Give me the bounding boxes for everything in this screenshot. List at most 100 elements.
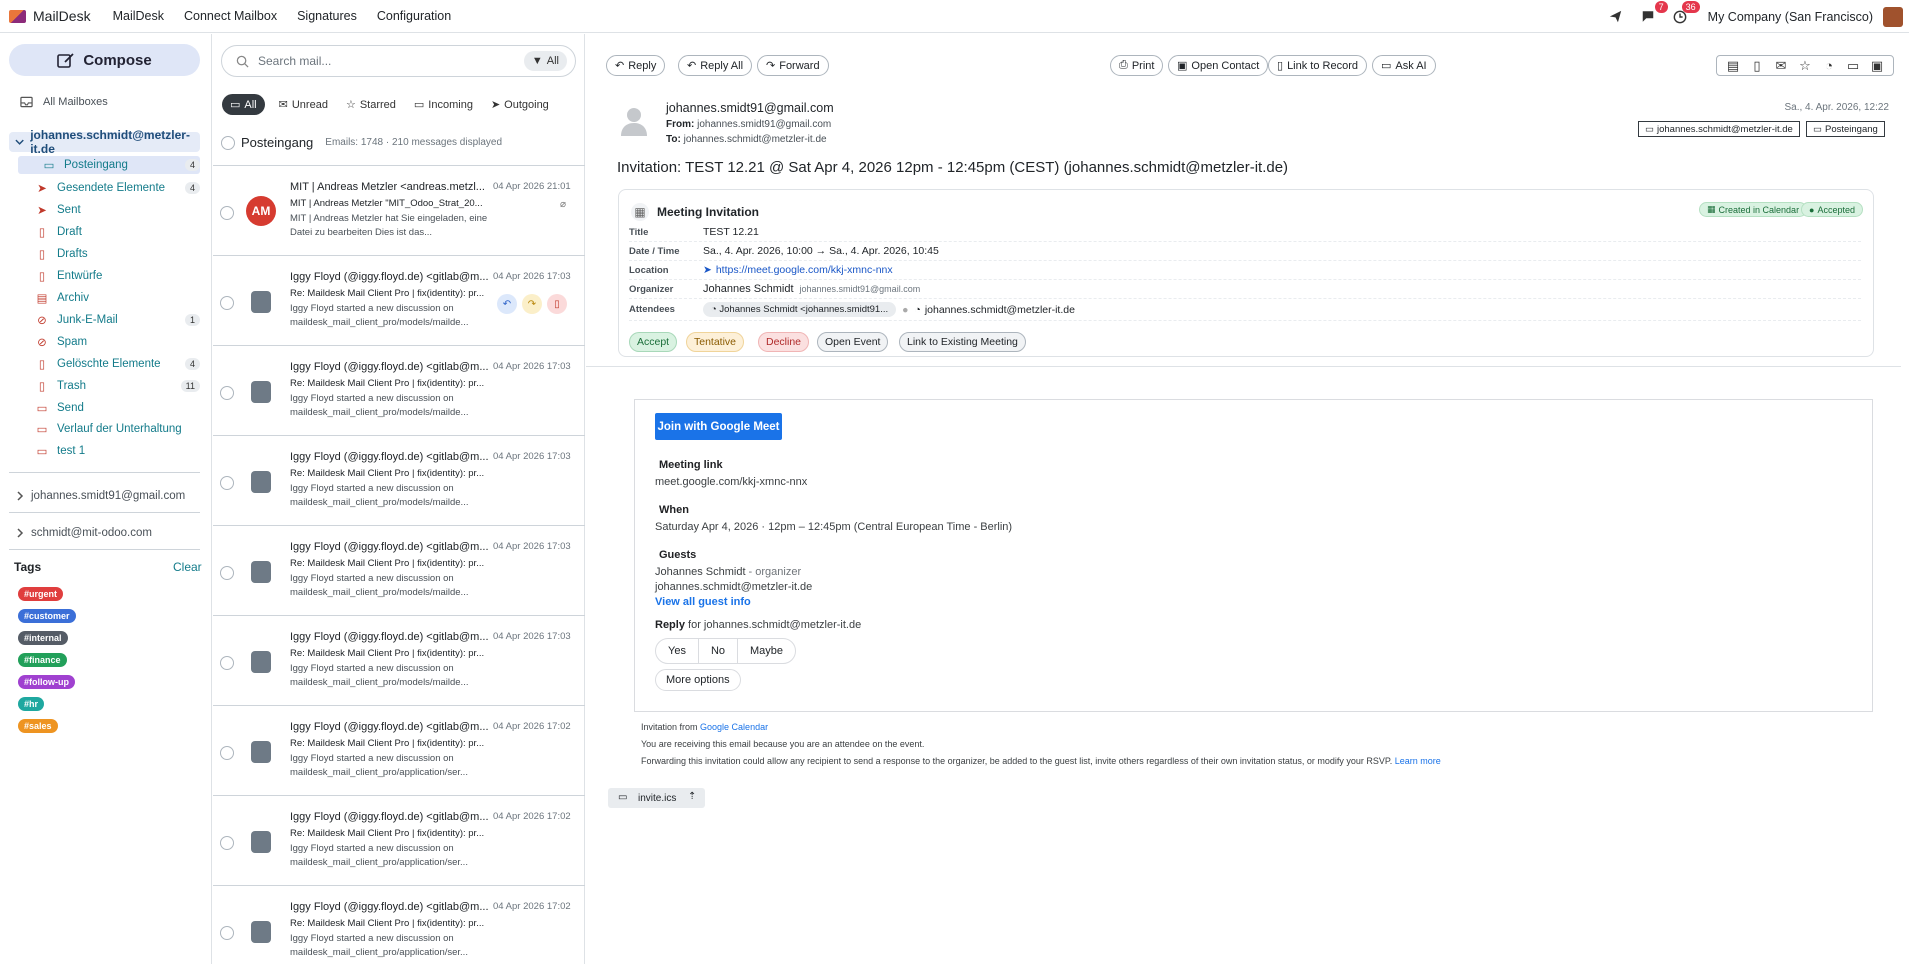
row-checkbox[interactable] — [220, 206, 234, 220]
join-google-meet-button[interactable]: Join with Google Meet — [655, 413, 782, 440]
attachment-chip[interactable]: ▭ invite.ics ⇡ — [608, 788, 705, 808]
folder-junk[interactable]: ⊘ Junk-E-Mail 1 — [36, 311, 200, 329]
account-collapsed-mit-odoo[interactable]: schmidt@mit-odoo.com — [16, 527, 152, 539]
rsvp-yes-button[interactable]: Yes — [656, 639, 699, 663]
reply-button[interactable]: ↶ Reply — [606, 55, 666, 76]
print-button[interactable]: ⎙ Print — [1110, 55, 1164, 76]
folder-send[interactable]: ▭ Send — [36, 399, 200, 417]
location-link[interactable]: https://meet.google.com/kkj-xmnc-nnx — [716, 264, 893, 276]
move-folder-icon[interactable]: ▭ — [1841, 58, 1865, 74]
tentative-button[interactable]: Tentative — [686, 332, 745, 352]
row-checkbox[interactable] — [220, 296, 234, 310]
trash-icon[interactable]: ▯ — [1745, 58, 1769, 74]
tag-sales[interactable]: #sales — [18, 719, 58, 733]
email-row[interactable]: Iggy Floyd (@iggy.floyd.de) <gitlab@m...… — [213, 705, 585, 795]
search-filter-dropdown[interactable]: ▼ All — [523, 51, 567, 71]
more-options-button[interactable]: More options — [655, 669, 741, 691]
row-checkbox[interactable] — [220, 746, 234, 760]
filter-starred[interactable]: ☆ Starred — [346, 98, 396, 112]
row-checkbox[interactable] — [220, 476, 234, 490]
open-event-button[interactable]: Open Event — [817, 332, 889, 352]
learn-more-link[interactable]: Learn more — [1395, 756, 1441, 766]
folder-spam[interactable]: ⊘ Spam — [36, 333, 200, 351]
folder-sent[interactable]: ➤ Sent — [36, 201, 200, 219]
activity-clock-icon[interactable]: 36 — [1672, 0, 1700, 25]
menu-signatures[interactable]: Signatures — [297, 9, 357, 23]
folder-test-1[interactable]: ▭ test 1 — [36, 442, 200, 460]
tag-hr[interactable]: #hr — [18, 697, 45, 711]
meeting-link-value[interactable]: meet.google.com/kkj-xmnc-nnx — [655, 476, 807, 488]
tag-follow-up[interactable]: #follow-up — [18, 675, 75, 689]
to-address[interactable]: johannes.schmidt@metzler-it.de — [684, 134, 827, 145]
email-row[interactable]: Iggy Floyd (@iggy.floyd.de) <gitlab@m...… — [213, 255, 585, 345]
folder-geloeschte-elemente[interactable]: ▯ Gelöschte Elemente 4 — [36, 355, 200, 373]
email-row[interactable]: Iggy Floyd (@iggy.floyd.de) <gitlab@m...… — [213, 795, 585, 885]
tag-customer[interactable]: #customer — [18, 609, 76, 623]
folder-verlauf[interactable]: ▭ Verlauf der Unterhaltung — [36, 420, 200, 438]
view-all-guests-link[interactable]: View all guest info — [655, 596, 751, 608]
email-row[interactable]: Iggy Floyd (@iggy.floyd.de) <gitlab@m...… — [213, 885, 585, 975]
star-icon[interactable]: ☆ — [1793, 58, 1817, 74]
account-collapsed-gmail[interactable]: johannes.smidt91@gmail.com — [16, 490, 185, 502]
email-row[interactable]: Iggy Floyd (@iggy.floyd.de) <gitlab@m...… — [213, 435, 585, 525]
compose-button[interactable]: Compose — [9, 44, 200, 76]
all-mailboxes[interactable]: All Mailboxes — [20, 96, 108, 108]
send-icon[interactable] — [1608, 9, 1624, 25]
download-icon[interactable]: ⇡ — [688, 791, 696, 802]
filter-unread[interactable]: ✉ Unread — [279, 98, 328, 112]
select-all-checkbox[interactable] — [221, 135, 235, 150]
menu-configuration[interactable]: Configuration — [377, 9, 451, 23]
ask-ai-button[interactable]: ▭ Ask AI — [1372, 55, 1436, 76]
attendee-label[interactable]: johannes.schmidt@metzler-it.de — [925, 304, 1075, 316]
account-expanded[interactable]: johannes.schmidt@metzler-it.de — [9, 128, 200, 156]
google-calendar-link[interactable]: Google Calendar — [700, 722, 768, 732]
user-avatar[interactable] — [1883, 6, 1903, 27]
link-to-existing-meeting-button[interactable]: Link to Existing Meeting — [899, 332, 1026, 352]
folder-gesendete-elemente[interactable]: ➤ Gesendete Elemente 4 — [36, 179, 200, 197]
filter-outgoing[interactable]: ➤ Outgoing — [491, 98, 549, 112]
email-row[interactable]: Iggy Floyd (@iggy.floyd.de) <gitlab@m...… — [213, 615, 585, 705]
filter-incoming[interactable]: ▭ Incoming — [414, 98, 473, 112]
snooze-icon[interactable]: ◔ — [1817, 58, 1841, 73]
forward-button[interactable]: ↷ Forward — [757, 55, 829, 76]
tag-internal[interactable]: #internal — [18, 631, 68, 645]
filter-all[interactable]: ▭ All — [222, 94, 265, 115]
email-row[interactable]: AM MIT | Andreas Metzler <andreas.metzl.… — [213, 165, 585, 255]
more-actions-icon[interactable]: ▣ — [1865, 58, 1889, 74]
menu-connect-mailbox[interactable]: Connect Mailbox — [184, 9, 277, 23]
attendee-chip[interactable]: ◔ Johannes Schmidt <johannes.smidt91... — [703, 302, 897, 317]
open-contact-button[interactable]: ▣ Open Contact — [1168, 55, 1269, 76]
folder-draft[interactable]: ▯ Draft — [36, 223, 200, 241]
tag-urgent[interactable]: #urgent — [18, 587, 64, 601]
folder-entwuerfe[interactable]: ▯ Entwürfe — [36, 267, 200, 285]
mark-unread-icon[interactable]: ✉ — [1769, 58, 1793, 74]
folder-pill[interactable]: ▭ Posteingang — [1806, 121, 1885, 137]
rsvp-maybe-button[interactable]: Maybe — [738, 639, 795, 663]
quick-reply-icon[interactable]: ↶ — [497, 294, 517, 314]
accept-button[interactable]: Accept — [629, 332, 678, 352]
search-input[interactable]: Search mail... ▼ All — [221, 45, 576, 77]
row-checkbox[interactable] — [220, 386, 234, 400]
row-checkbox[interactable] — [220, 656, 234, 670]
menu-maildesk[interactable]: MailDesk — [113, 9, 164, 23]
tags-clear-link[interactable]: Clear — [173, 560, 202, 574]
folder-posteingang[interactable]: ▭ Posteingang 4 — [18, 156, 200, 174]
reply-all-button[interactable]: ↶ Reply All — [678, 55, 753, 76]
chat-icon[interactable]: 7 — [1640, 0, 1668, 25]
archive-icon[interactable]: ▤ — [1721, 58, 1745, 74]
row-checkbox[interactable] — [220, 836, 234, 850]
email-row[interactable]: Iggy Floyd (@iggy.floyd.de) <gitlab@m...… — [213, 345, 585, 435]
quick-forward-icon[interactable]: ↷ — [522, 294, 542, 314]
link-to-record-button[interactable]: ▯ Link to Record — [1268, 55, 1367, 76]
folder-archiv[interactable]: ▤ Archiv — [36, 289, 200, 307]
mailbox-pill[interactable]: ▭ johannes.schmidt@metzler-it.de — [1638, 121, 1800, 137]
row-checkbox[interactable] — [220, 926, 234, 940]
app-logo[interactable]: MailDesk — [9, 8, 91, 24]
from-address[interactable]: johannes.smidt91@gmail.com — [697, 119, 831, 130]
folder-drafts[interactable]: ▯ Drafts — [36, 245, 200, 263]
row-checkbox[interactable] — [220, 566, 234, 580]
company-switcher[interactable]: My Company (San Francisco) — [1708, 10, 1873, 24]
email-row[interactable]: Iggy Floyd (@iggy.floyd.de) <gitlab@m...… — [213, 525, 585, 615]
rsvp-no-button[interactable]: No — [699, 639, 739, 663]
tag-finance[interactable]: #finance — [18, 653, 67, 667]
